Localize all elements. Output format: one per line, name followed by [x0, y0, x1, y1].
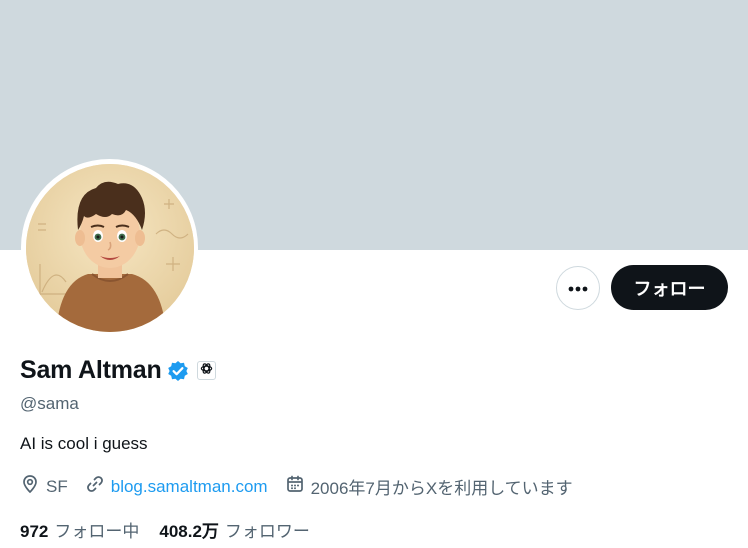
- calendar-icon: [285, 474, 311, 499]
- avatar[interactable]: [25, 163, 194, 332]
- display-name: Sam Altman: [20, 356, 162, 384]
- location-item: SF: [20, 474, 68, 499]
- verified-badge-icon[interactable]: [167, 360, 189, 382]
- follow-stats: 972 フォロー中 408.2万 フォロワー: [20, 517, 330, 542]
- more-horizontal-icon: [568, 279, 588, 297]
- following-label: フォロー中: [54, 522, 140, 541]
- link-icon: [85, 474, 111, 499]
- followers-count: 408.2万: [159, 522, 219, 541]
- following-count: 972: [20, 522, 49, 541]
- follow-button[interactable]: フォロー: [611, 265, 728, 310]
- website-link[interactable]: blog.samaltman.com: [111, 477, 268, 497]
- joined-item: 2006年7月からXを利用しています: [285, 474, 573, 499]
- location-text: SF: [46, 476, 68, 496]
- website-item: blog.samaltman.com: [85, 474, 268, 499]
- name-row: Sam Altman: [20, 356, 216, 385]
- followers-stat[interactable]: 408.2万 フォロワー: [159, 517, 310, 542]
- profile-page: フォロー Sam Altman @sama AI is cool i guess…: [0, 0, 748, 548]
- avatar-frame: [21, 159, 198, 336]
- following-stat[interactable]: 972 フォロー中: [20, 517, 139, 542]
- profile-meta: SF blog.samaltman.com 2006年7月からXを利用しています: [20, 474, 590, 499]
- openai-logo-icon: [200, 362, 213, 380]
- bio: AI is cool i guess: [20, 434, 148, 453]
- followers-label: フォロワー: [224, 522, 310, 541]
- user-handle: @sama: [20, 394, 79, 413]
- location-pin-icon: [20, 474, 46, 499]
- affiliation-badge[interactable]: [196, 361, 216, 380]
- joined-date: 2006年7月からXを利用しています: [310, 479, 573, 498]
- more-options-button[interactable]: [556, 266, 600, 310]
